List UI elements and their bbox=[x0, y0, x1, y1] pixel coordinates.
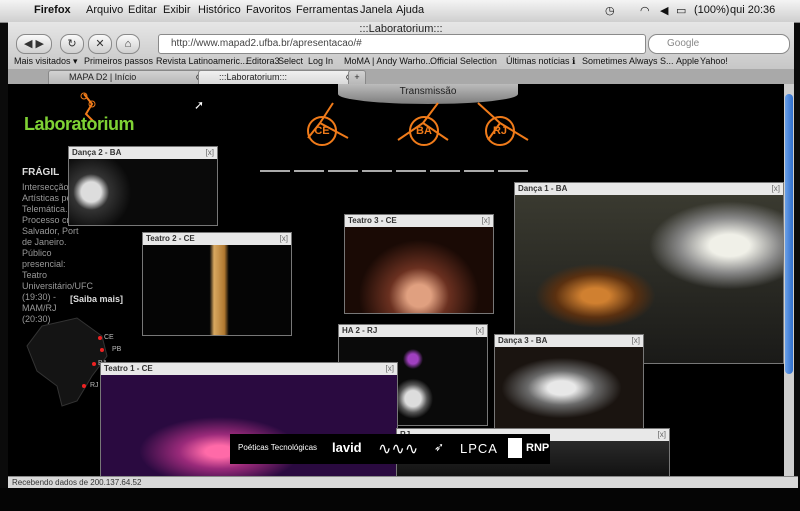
menu-exibir[interactable]: Exibir bbox=[163, 4, 191, 16]
progress-segments bbox=[260, 170, 530, 172]
map-label-pb: PB bbox=[112, 346, 122, 353]
page-content: Transmissão CE BA RJ Laboratorium FRÁGIL… bbox=[8, 84, 794, 476]
monitor-bezel bbox=[0, 488, 800, 511]
video-title: Teatro 2 - CE bbox=[143, 233, 291, 245]
event-title: FRÁGIL bbox=[22, 167, 60, 178]
bookmarks-bar: Mais visitados ▾ Primeiros passos Revist… bbox=[8, 55, 794, 69]
bookmark-item[interactable]: Revista Latinoameric... bbox=[156, 56, 248, 66]
close-icon[interactable]: [x] bbox=[632, 335, 640, 347]
tab-laboratorium[interactable]: :::Laboratorium:::⊗ bbox=[198, 70, 360, 84]
bookmark-item[interactable]: MoMA | Andy Warho... bbox=[344, 56, 433, 66]
video-title: Dança 3 - BA bbox=[495, 335, 643, 347]
video-title: Teatro 1 - CE bbox=[101, 363, 397, 375]
map-label-rj: RJ bbox=[90, 382, 99, 389]
close-icon[interactable]: [x] bbox=[280, 233, 288, 245]
saiba-mais-link[interactable]: [Saiba mais] bbox=[70, 294, 123, 304]
sponsor-poeticas: Poéticas Tecnológicas bbox=[238, 443, 318, 452]
close-icon[interactable]: [x] bbox=[476, 325, 484, 337]
node-ce[interactable]: CE bbox=[307, 116, 337, 146]
browser-toolbar: :::Laboratorium::: ◀ ▶ ↻ ✕ ⌂ http://www.… bbox=[8, 22, 794, 85]
volume-icon[interactable]: ◀ bbox=[660, 4, 668, 17]
video-title: Dança 2 - BA bbox=[69, 147, 217, 159]
menu-editar[interactable]: Editar bbox=[128, 4, 157, 16]
bookmark-item[interactable]: Yahoo! bbox=[700, 56, 728, 66]
video-window-teatro2[interactable]: Teatro 2 - CE [x] bbox=[142, 232, 292, 336]
tab-mapa[interactable]: MAPA D2 | Início⊗ bbox=[48, 70, 210, 84]
sponsor-rnp: RNP bbox=[526, 442, 550, 454]
search-input[interactable]: Google bbox=[648, 34, 790, 54]
close-icon[interactable]: [x] bbox=[206, 147, 214, 159]
video-frame[interactable] bbox=[69, 159, 217, 225]
url-text: http://www.mapad2.ufba.br/apresentacao/# bbox=[171, 38, 362, 49]
video-frame[interactable] bbox=[345, 227, 493, 313]
video-window-teatro3[interactable]: Teatro 3 - CE [x] bbox=[344, 214, 494, 314]
sponsor-strip: Poéticas Tecnológicas lavid ∿∿∿ ➶ LPCA R… bbox=[230, 434, 550, 464]
sponsor-bird-icon: ➶ bbox=[434, 440, 445, 454]
video-title: HA 2 - RJ bbox=[339, 325, 487, 337]
url-input[interactable]: http://www.mapad2.ufba.br/apresentacao/# bbox=[158, 34, 646, 54]
bookmark-item[interactable]: Log In bbox=[308, 56, 333, 66]
tab-label: :::Laboratorium::: bbox=[219, 72, 288, 82]
bookmark-item[interactable]: Editora3 bbox=[246, 56, 280, 66]
bookmark-item[interactable]: Primeiros passos bbox=[84, 56, 153, 66]
menu-arquivo[interactable]: Arquivo bbox=[86, 4, 123, 16]
bookmark-item[interactable]: Official Selection bbox=[430, 56, 497, 66]
bookmark-item[interactable]: Select bbox=[278, 56, 303, 66]
menu-app-name[interactable]: Firefox bbox=[34, 4, 71, 16]
video-frame[interactable] bbox=[495, 347, 643, 429]
menubar-clock[interactable]: qui 20:36 bbox=[730, 4, 775, 16]
scrollbar-thumb[interactable] bbox=[785, 94, 793, 374]
back-forward-button[interactable]: ◀ ▶ bbox=[16, 34, 52, 54]
stop-icon[interactable]: ✕ bbox=[88, 34, 112, 54]
close-icon[interactable]: [x] bbox=[482, 215, 490, 227]
menu-ferramentas[interactable]: Ferramentas bbox=[296, 4, 358, 16]
battery-percent: (100%) bbox=[694, 4, 730, 16]
battery-icon[interactable]: ▭ bbox=[676, 4, 686, 17]
mouse-cursor-icon: ➚ bbox=[194, 98, 205, 112]
sponsor-rnp-mark bbox=[508, 438, 522, 458]
tab-strip: MAPA D2 | Início⊗ :::Laboratorium:::⊗ + bbox=[8, 69, 794, 84]
map-label-ce: CE bbox=[104, 334, 114, 341]
wifi-icon[interactable]: ◠ bbox=[640, 4, 650, 17]
clock-status-icon[interactable]: ◷ bbox=[605, 4, 615, 17]
reload-icon[interactable]: ↻ bbox=[60, 34, 84, 54]
menu-favoritos[interactable]: Favoritos bbox=[246, 4, 291, 16]
sponsor-wave-icon: ∿∿∿ bbox=[378, 441, 419, 458]
tab-label: MAPA D2 | Início bbox=[69, 72, 137, 82]
video-title: Teatro 3 - CE bbox=[345, 215, 493, 227]
video-window-danca2[interactable]: Dança 2 - BA [x] bbox=[68, 146, 218, 226]
bookmark-item[interactable]: Últimas notícias ℹ bbox=[506, 56, 575, 67]
video-frame[interactable] bbox=[143, 245, 291, 335]
bookmark-item[interactable]: Apple bbox=[676, 56, 699, 66]
video-window-danca3[interactable]: Dança 3 - BA [x] bbox=[494, 334, 644, 430]
sponsor-lpca: LPCA bbox=[460, 441, 498, 456]
mac-menubar: Firefox Arquivo Editar Exibir Histórico … bbox=[0, 0, 800, 23]
close-icon[interactable]: [x] bbox=[658, 429, 666, 441]
close-icon[interactable]: [x] bbox=[772, 183, 780, 195]
video-title: Dança 1 - BA bbox=[515, 183, 783, 195]
menu-ajuda[interactable]: Ajuda bbox=[396, 4, 424, 16]
search-placeholder: Google bbox=[667, 38, 700, 49]
site-logo[interactable]: Laboratorium bbox=[24, 114, 135, 135]
menu-historico[interactable]: Histórico bbox=[198, 4, 241, 16]
menu-janela[interactable]: Janela bbox=[360, 4, 392, 16]
page-scrollbar[interactable] bbox=[784, 84, 794, 476]
home-icon[interactable]: ⌂ bbox=[116, 34, 140, 54]
bookmark-item[interactable]: Sometimes Always S... bbox=[582, 56, 674, 66]
sponsor-lavid: lavid bbox=[332, 440, 362, 455]
node-ba[interactable]: BA bbox=[409, 116, 439, 146]
new-tab-button[interactable]: + bbox=[348, 70, 366, 84]
close-icon[interactable]: [x] bbox=[386, 363, 394, 375]
node-rj[interactable]: RJ bbox=[485, 116, 515, 146]
bookmark-item[interactable]: Mais visitados ▾ bbox=[14, 56, 78, 67]
